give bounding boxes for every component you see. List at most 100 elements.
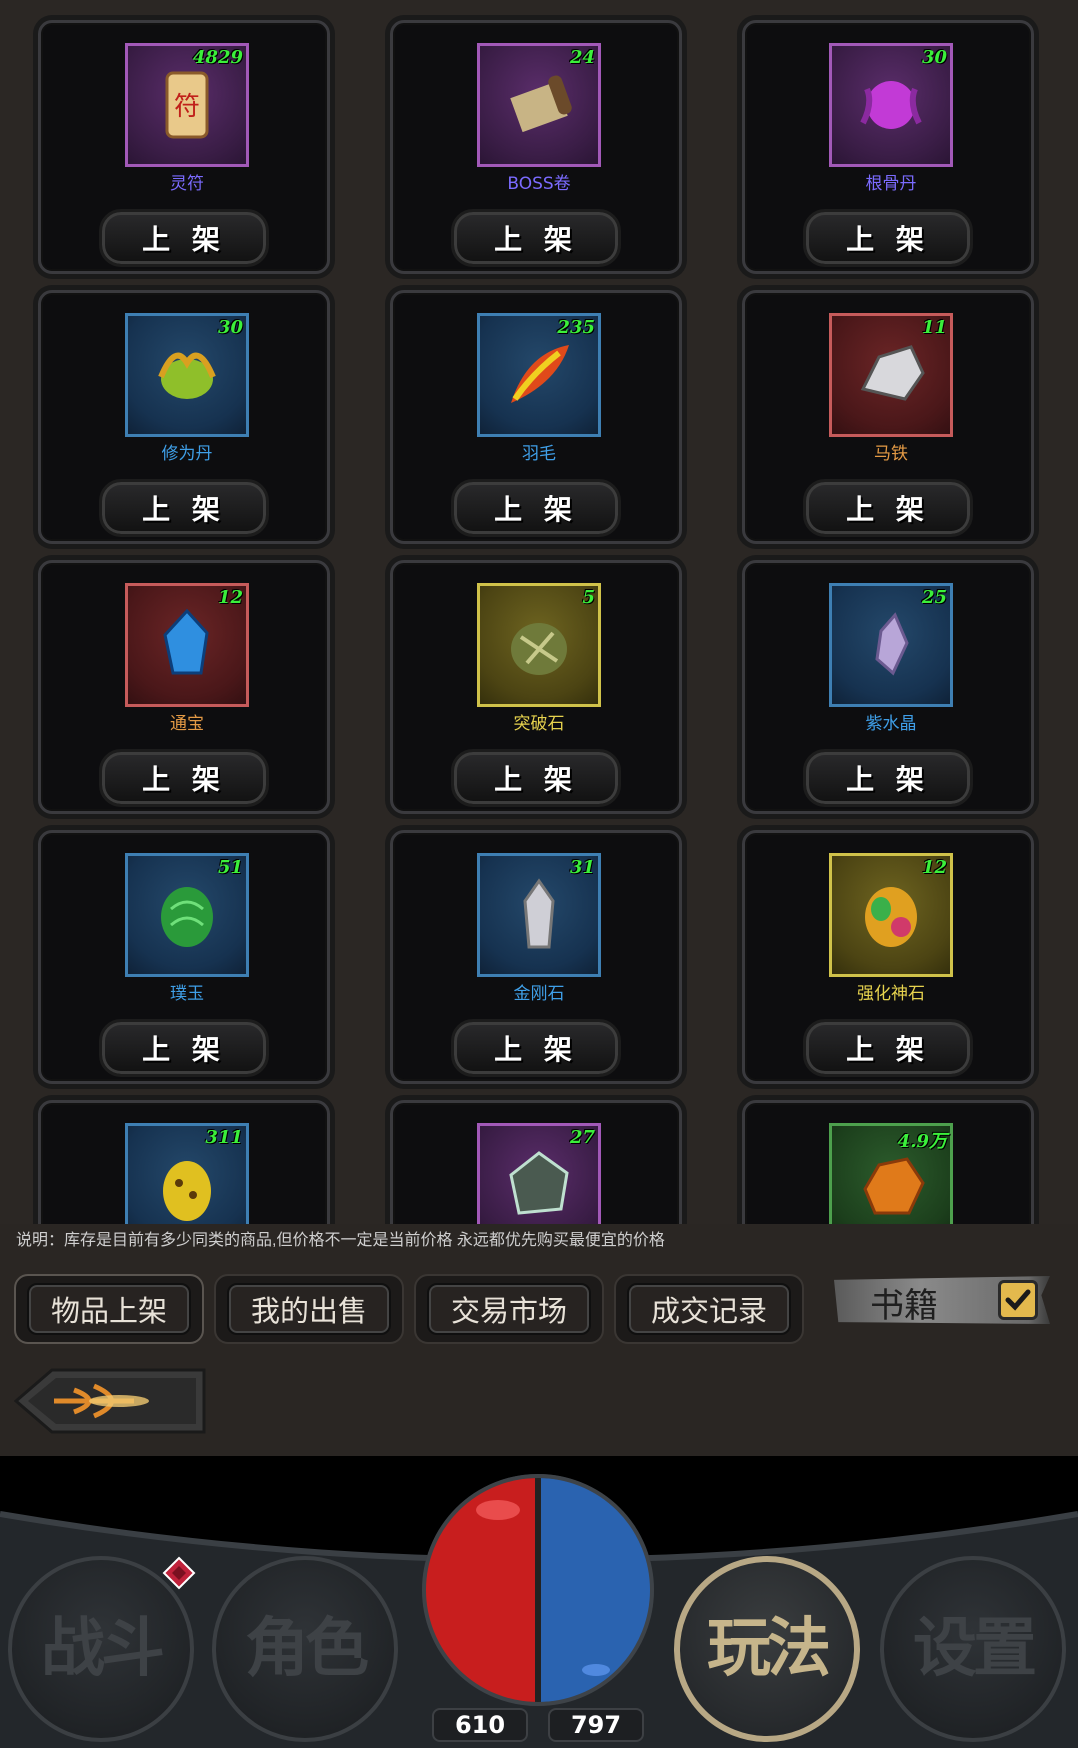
nav-label: 角色 <box>245 1611 369 1686</box>
tab-list-item[interactable]: 物品上架 <box>14 1274 204 1344</box>
checkmark-icon[interactable] <box>998 1280 1038 1320</box>
item-card: 25 紫水晶上 架 <box>742 560 1034 814</box>
list-item-button[interactable]: 上 架 <box>803 479 973 537</box>
item-count: 30 <box>217 317 243 338</box>
list-item-button-label: 上 架 <box>142 223 226 256</box>
list-item-button-label: 上 架 <box>494 493 578 526</box>
item-card: 5 突破石上 架 <box>390 560 682 814</box>
mp-value: 797 <box>548 1708 644 1742</box>
svg-text:符: 符 <box>174 92 200 122</box>
item-slot[interactable]: 符 4829 <box>125 43 249 167</box>
tab-label: 成交记录 <box>627 1283 791 1335</box>
item-slot[interactable]: 27 <box>477 1123 601 1224</box>
item-slot[interactable]: 4.9万 <box>829 1123 953 1224</box>
item-slot[interactable]: 51 <box>125 853 249 977</box>
list-item-button[interactable]: 上 架 <box>99 1019 269 1077</box>
list-item-button-label: 上 架 <box>846 493 930 526</box>
item-card: 12 通宝上 架 <box>38 560 330 814</box>
item-card: 12 强化神石上 架 <box>742 830 1034 1084</box>
list-item-button-label: 上 架 <box>846 223 930 256</box>
green-jade-icon <box>161 887 213 947</box>
tab-market[interactable]: 交易市场 <box>414 1274 604 1344</box>
item-slot[interactable]: 311 <box>125 1123 249 1224</box>
notice-text: 说明：库存是目前有多少同类的商品,但价格不一定是当前价格 永远都优先购买最便宜的… <box>16 1232 665 1249</box>
nav-label: 战斗 <box>41 1611 165 1686</box>
iron-ore-icon <box>860 345 925 401</box>
list-item-button-label: 上 架 <box>142 763 226 796</box>
item-card: 11 马铁上 架 <box>742 290 1034 544</box>
list-item-button-label: 上 架 <box>142 493 226 526</box>
nav-gameplay-button[interactable]: 玩法 <box>674 1556 860 1742</box>
list-item-button-label: 上 架 <box>846 763 930 796</box>
purple-orb-icon <box>860 81 922 129</box>
talisman-scroll-icon: 符 <box>165 71 209 139</box>
item-count: 4.9万 <box>897 1131 947 1152</box>
item-slot[interactable]: 30 <box>125 313 249 437</box>
item-slot[interactable]: 5 <box>477 583 601 707</box>
list-item-button[interactable]: 上 架 <box>803 209 973 267</box>
item-count: 235 <box>557 317 595 338</box>
item-name: BOSS卷 <box>507 174 571 194</box>
item-slot[interactable]: 31 <box>477 853 601 977</box>
list-item-button[interactable]: 上 架 <box>451 479 621 537</box>
arrow-back-icon[interactable] <box>14 1368 208 1434</box>
item-card: 符 4829 灵符上 架 <box>38 20 330 274</box>
nav-label: 设置 <box>913 1611 1037 1686</box>
list-item-button[interactable]: 上 架 <box>99 749 269 807</box>
item-name: 紫水晶 <box>865 714 917 734</box>
item-name: 修为丹 <box>161 444 213 464</box>
tab-label: 物品上架 <box>27 1283 191 1335</box>
item-count: 11 <box>921 317 947 338</box>
item-slot[interactable]: 24 <box>477 43 601 167</box>
list-item-button[interactable]: 上 架 <box>451 1019 621 1077</box>
inventory-grid[interactable]: 符 4829 灵符上 架 24 BOSS卷上 架 30 根骨丹上 架 30 修为丹上 架 235 羽… <box>0 0 1078 1224</box>
item-name: 突破石 <box>513 714 565 734</box>
golden-pill-icon <box>158 352 216 399</box>
item-count: 30 <box>921 47 947 68</box>
diamond-icon <box>523 878 555 949</box>
item-slot[interactable]: 12 <box>125 583 249 707</box>
item-slot[interactable]: 25 <box>829 583 953 707</box>
boss-scroll-icon <box>510 75 572 133</box>
tab-trade-history[interactable]: 成交记录 <box>614 1274 804 1344</box>
item-name: 璞玉 <box>170 984 204 1004</box>
nav-character-button[interactable]: 角色 <box>212 1556 398 1742</box>
list-item-button-label: 上 架 <box>494 1033 578 1066</box>
item-count: 12 <box>921 857 947 878</box>
list-item-button[interactable]: 上 架 <box>99 479 269 537</box>
item-count: 12 <box>217 587 243 608</box>
item-slot[interactable]: 12 <box>829 853 953 977</box>
list-item-button-label: 上 架 <box>494 223 578 256</box>
item-card: 311上 架 <box>38 1100 330 1224</box>
list-item-button[interactable]: 上 架 <box>451 209 621 267</box>
item-slot[interactable]: 235 <box>477 313 601 437</box>
item-count: 51 <box>217 857 243 878</box>
list-item-button[interactable]: 上 架 <box>803 749 973 807</box>
yellow-seed-icon <box>163 1161 211 1221</box>
hp-value: 610 <box>432 1708 528 1742</box>
blue-crystal-icon <box>163 608 209 675</box>
books-filter-label: 书籍 <box>870 1286 938 1326</box>
list-item-button[interactable]: 上 架 <box>803 1019 973 1077</box>
item-name: 强化神石 <box>857 984 925 1004</box>
item-count: 4829 <box>192 47 243 68</box>
list-item-button[interactable]: 上 架 <box>451 749 621 807</box>
feather-icon <box>511 345 569 403</box>
nav-settings-button[interactable]: 设置 <box>880 1556 1066 1742</box>
item-name: 通宝 <box>170 714 204 734</box>
item-slot[interactable]: 11 <box>829 313 953 437</box>
rainbow-stone-icon <box>865 887 917 947</box>
item-count: 5 <box>582 587 595 608</box>
item-slot[interactable]: 30 <box>829 43 953 167</box>
tab-label: 我的出售 <box>227 1283 391 1335</box>
notification-diamond-icon <box>162 1556 196 1590</box>
list-item-button-label: 上 架 <box>494 763 578 796</box>
amber-ore-icon <box>863 1157 925 1215</box>
item-count: 25 <box>921 587 947 608</box>
list-item-button[interactable]: 上 架 <box>99 209 269 267</box>
item-name: 金刚石 <box>513 984 565 1004</box>
item-card: 4.9万上 架 <box>742 1100 1034 1224</box>
item-count: 24 <box>569 47 595 68</box>
item-card: 24 BOSS卷上 架 <box>390 20 682 274</box>
tab-my-sales[interactable]: 我的出售 <box>214 1274 404 1344</box>
